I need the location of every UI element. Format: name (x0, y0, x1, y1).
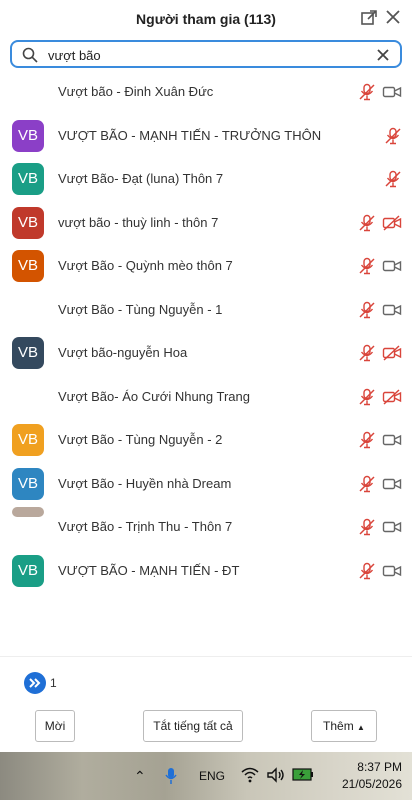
participant-name: Vượt Bão - Tùng Nguyễn - 1 (58, 301, 223, 317)
mic-muted-icon[interactable] (358, 214, 376, 232)
video-icon[interactable] (382, 258, 402, 274)
taskbar: ⌃ ENG 8:37 PM 21/05/2026 (0, 752, 412, 800)
participant-row[interactable]: VB Vượt Bão - Tùng Nguyễn - 2 (0, 418, 412, 461)
participant-row[interactable]: VB Vượt Bão - Quỳnh mèo thôn 7 (0, 244, 412, 287)
mic-muted-icon[interactable] (358, 388, 376, 406)
chevron-up-icon[interactable]: ⌃ (134, 768, 146, 785)
participant-name: VƯỢT BÃO - MẠNH TIẾN - TRƯỞNG THÔN (58, 127, 322, 143)
participant-row[interactable]: Vượt bão - Đinh Xuân Đức (0, 70, 412, 113)
participant-row[interactable]: Vượt Bão - Trịnh Thu - Thôn 7 (0, 505, 412, 548)
page-number: 1 (50, 676, 57, 690)
video-icon[interactable] (382, 519, 402, 535)
more-button[interactable]: Thêm ▲ (311, 710, 377, 742)
avatar: VB (12, 337, 44, 369)
clock-date: 21/05/2026 (341, 777, 402, 791)
mic-muted-icon[interactable] (358, 562, 376, 580)
language-indicator[interactable]: ENG (199, 769, 225, 783)
divider (0, 656, 412, 657)
battery-icon[interactable] (292, 768, 314, 781)
more-label: Thêm (323, 719, 354, 733)
participant-name: Vượt Bão- Đạt (luna) Thôn 7 (58, 171, 224, 186)
avatar: VB (12, 250, 44, 282)
participant-name: vượt bão - thuỳ linh - thôn 7 (58, 214, 219, 230)
video-off-icon[interactable] (382, 345, 402, 361)
search-input[interactable] (48, 45, 368, 65)
participant-name: Vượt Bão - Trịnh Thu - Thôn 7 (58, 519, 233, 534)
speaker-icon[interactable] (266, 767, 286, 783)
mute-all-button[interactable]: Tắt tiếng tất cả (143, 710, 243, 742)
header: Người tham gia (113) (0, 0, 412, 38)
participant-name: Vượt Bão- Áo Cưới Nhung Trang (58, 388, 250, 404)
caret-up-icon: ▲ (357, 723, 365, 732)
video-off-icon[interactable] (382, 214, 402, 231)
mic-muted-icon[interactable] (358, 257, 376, 275)
mic-muted-icon[interactable] (358, 475, 376, 493)
video-icon[interactable] (382, 432, 402, 448)
search-box (10, 40, 402, 68)
participant-name: Vượt Bão - Quỳnh mèo thôn 7 (58, 258, 233, 273)
participant-row[interactable]: VB Vượt Bão- Đạt (luna) Thôn 7 (0, 157, 412, 200)
participant-name: Vượt Bão - Huyền nhà Dream (58, 475, 232, 491)
popout-icon[interactable] (360, 9, 378, 27)
participant-row[interactable]: Vượt Bão - Tùng Nguyễn - 1 (0, 288, 412, 331)
double-chevron-right-icon (29, 678, 41, 688)
avatar (12, 507, 44, 517)
avatar: VB (12, 424, 44, 456)
participant-row[interactable]: VB Vượt bão-nguyễn Hoa (0, 331, 412, 374)
participant-row[interactable]: VB VƯỢT BÃO - MẠNH TIẾN - ĐT (0, 549, 412, 592)
participant-name: VƯỢT BÃO - MẠNH TIẾN - ĐT (58, 562, 240, 578)
participant-row[interactable]: Vượt Bão- Áo Cưới Nhung Trang (0, 375, 412, 418)
participant-row[interactable]: VB vượt bão - thuỳ linh - thôn 7 (0, 201, 412, 244)
close-icon[interactable] (384, 8, 402, 26)
next-page-button[interactable] (24, 672, 46, 694)
participant-row[interactable]: VB Vượt Bão - Huyền nhà Dream (0, 462, 412, 505)
participant-row[interactable]: VB VƯỢT BÃO - MẠNH TIẾN - TRƯỞNG THÔN (0, 114, 412, 157)
video-icon[interactable] (382, 476, 402, 492)
avatar: VB (12, 206, 44, 239)
participant-name: Vượt Bão - Tùng Nguyễn - 2 (58, 432, 223, 447)
avatar: VB (12, 554, 44, 587)
video-off-icon[interactable] (382, 388, 402, 405)
mic-muted-icon[interactable] (358, 344, 376, 362)
participant-name: Vượt bão-nguyễn Hoa (58, 345, 188, 360)
search-icon (22, 47, 38, 63)
video-icon[interactable] (382, 563, 402, 579)
mic-muted-icon[interactable] (384, 127, 402, 145)
mic-muted-icon[interactable] (358, 301, 376, 319)
avatar: VB (12, 119, 44, 152)
wifi-icon[interactable] (241, 767, 259, 783)
avatar: VB (12, 163, 44, 195)
invite-button[interactable]: Mời (35, 710, 75, 742)
microphone-icon[interactable] (164, 767, 178, 785)
avatar: VB (12, 467, 44, 500)
clear-search-icon[interactable] (376, 48, 390, 62)
mic-muted-icon[interactable] (358, 518, 376, 536)
participant-name: Vượt bão - Đinh Xuân Đức (58, 84, 214, 99)
mic-muted-icon[interactable] (384, 170, 402, 188)
clock-time: 8:37 PM (357, 760, 402, 774)
panel-title: Người tham gia (113) (136, 11, 276, 27)
video-icon[interactable] (382, 302, 402, 318)
mic-muted-icon[interactable] (358, 431, 376, 449)
video-icon[interactable] (382, 84, 402, 100)
mic-muted-icon[interactable] (358, 83, 376, 101)
